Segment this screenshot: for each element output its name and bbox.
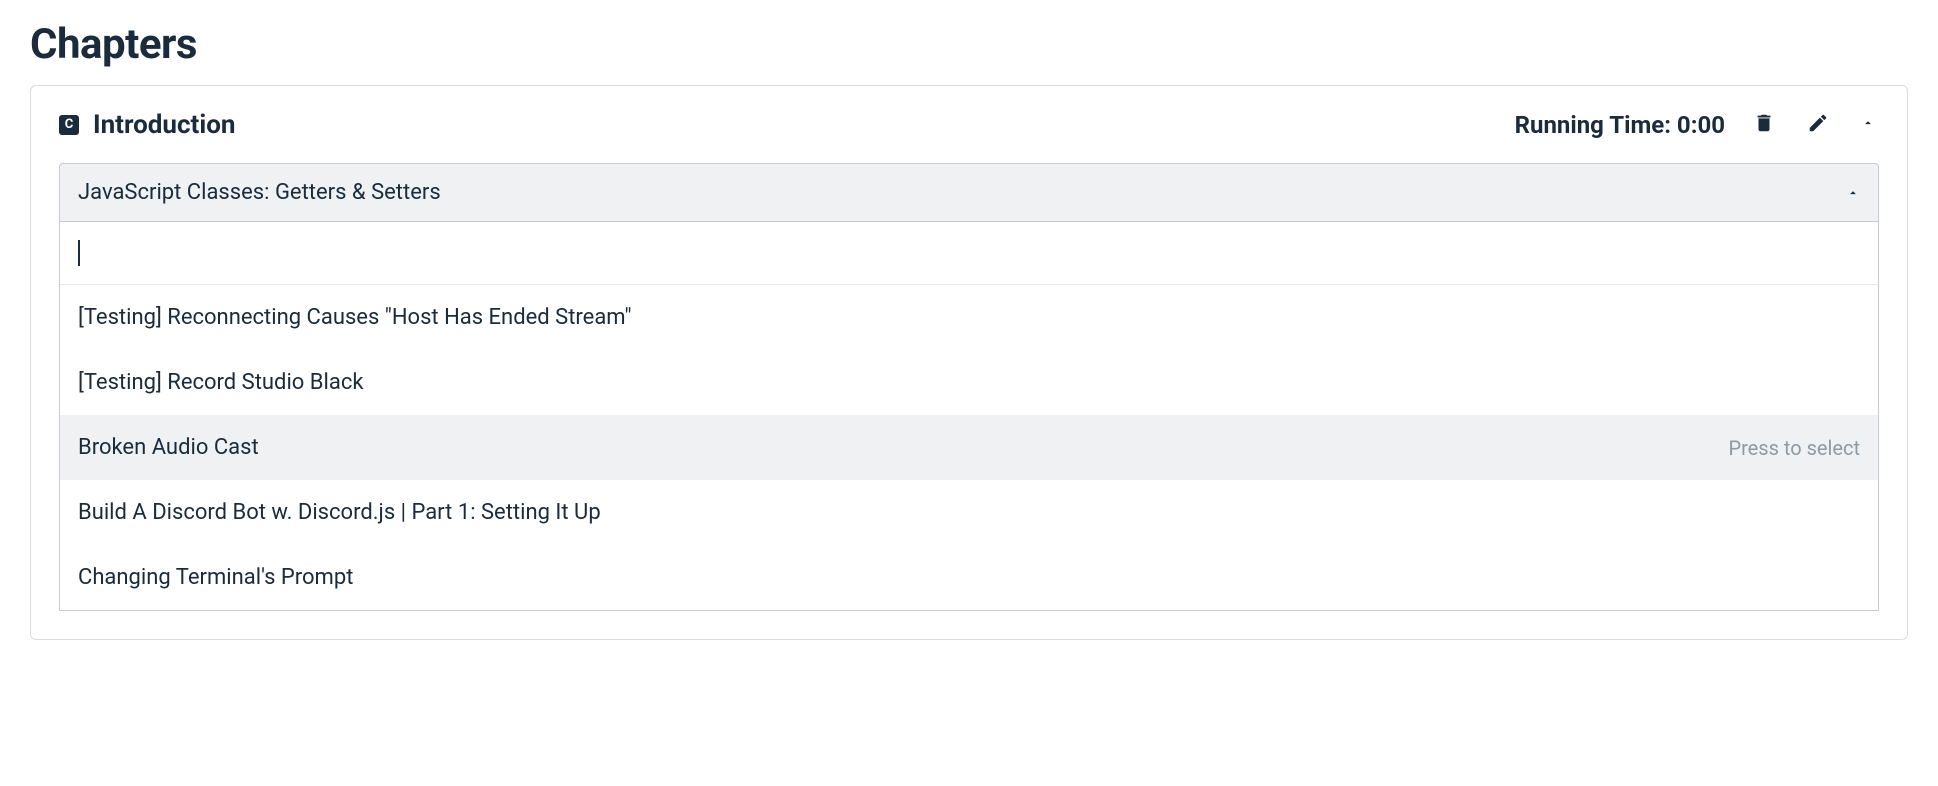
running-time-value: 0:00: [1677, 111, 1725, 139]
delete-button[interactable]: [1749, 108, 1779, 141]
chevron-up-icon: [1861, 116, 1875, 133]
combobox-option[interactable]: Changing Terminal's Prompt: [60, 545, 1878, 610]
chapter-header: C Introduction Running Time: 0:00: [31, 86, 1907, 163]
running-time: Running Time: 0:00: [1515, 111, 1725, 139]
edit-button[interactable]: [1803, 108, 1833, 141]
chapter-badge-icon: C: [59, 115, 79, 135]
combobox-hint: Press to select: [1728, 436, 1860, 460]
text-cursor-icon: [78, 240, 80, 266]
video-combobox: JavaScript Classes: Getters & Setters [T…: [59, 163, 1879, 611]
combobox-option[interactable]: [Testing] Record Studio Black: [60, 350, 1878, 415]
combobox-selected-text: JavaScript Classes: Getters & Setters: [78, 180, 441, 205]
combobox-selected[interactable]: JavaScript Classes: Getters & Setters: [59, 163, 1879, 222]
chevron-up-icon: [1846, 186, 1860, 200]
combobox-option[interactable]: Build A Discord Bot w. Discord.js | Part…: [60, 480, 1878, 545]
trash-icon: [1753, 112, 1775, 137]
combobox-option-label: Broken Audio Cast: [78, 435, 259, 460]
combobox-option-label: Changing Terminal's Prompt: [78, 565, 353, 590]
chapter-title: Introduction: [93, 110, 235, 140]
combobox-search-wrapper[interactable]: [60, 222, 1878, 285]
combobox-option[interactable]: [Testing] Reconnecting Causes "Host Has …: [60, 285, 1878, 350]
combobox-option-label: [Testing] Reconnecting Causes "Host Has …: [78, 305, 632, 330]
running-time-label: Running Time:: [1515, 111, 1671, 139]
chapter-card: C Introduction Running Time: 0:00: [30, 85, 1908, 640]
chapter-header-right: Running Time: 0:00: [1515, 108, 1879, 141]
combobox-option-label: Build A Discord Bot w. Discord.js | Part…: [78, 500, 601, 525]
combobox-dropdown: [Testing] Reconnecting Causes "Host Has …: [59, 222, 1879, 611]
combobox-option-label: [Testing] Record Studio Black: [78, 370, 364, 395]
collapse-button[interactable]: [1857, 112, 1879, 137]
pencil-icon: [1807, 112, 1829, 137]
combobox-option[interactable]: Broken Audio Cast Press to select: [60, 415, 1878, 480]
page-title: Chapters: [30, 20, 1908, 69]
chapter-header-left: C Introduction: [59, 110, 235, 140]
